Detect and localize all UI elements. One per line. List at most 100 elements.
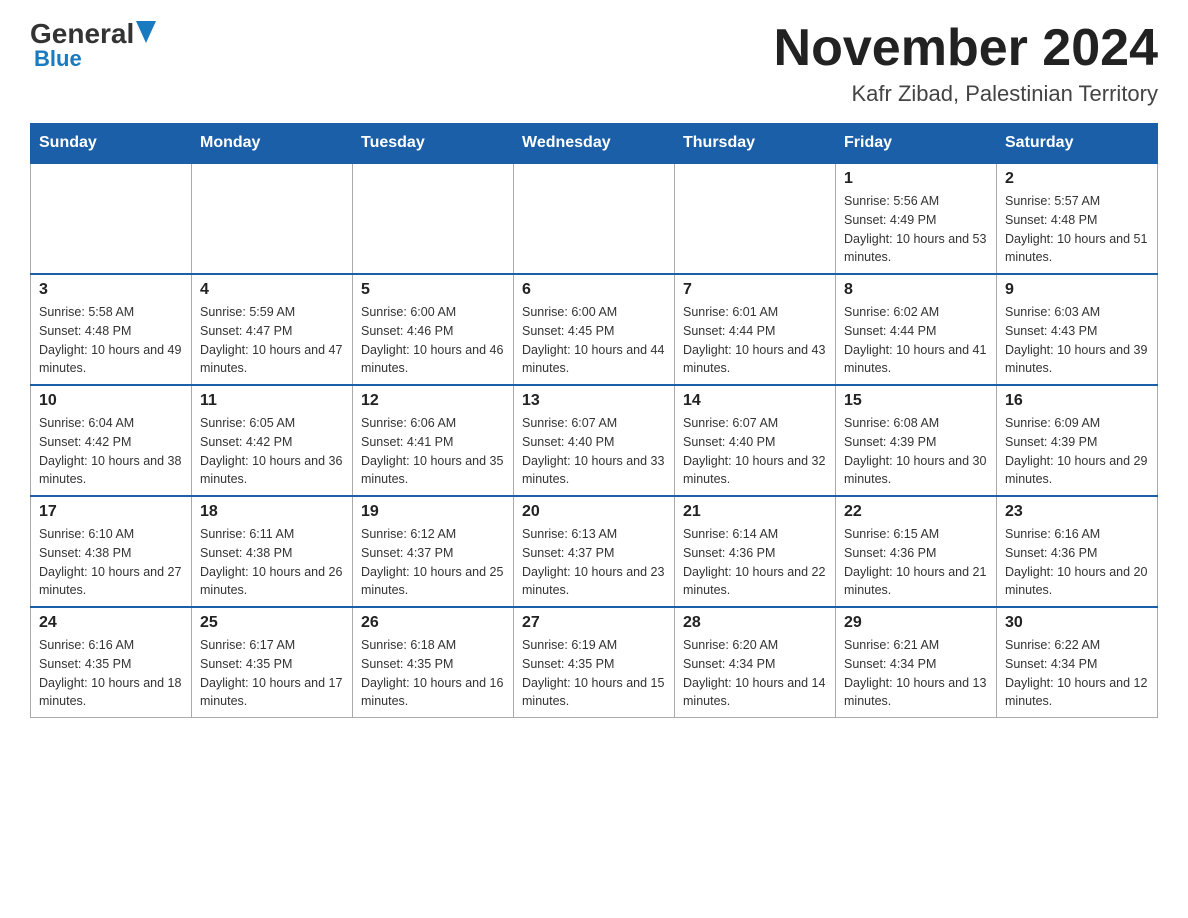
day-info: Sunrise: 6:17 AMSunset: 4:35 PMDaylight:… (200, 636, 344, 711)
calendar-cell: 30 Sunrise: 6:22 AMSunset: 4:34 PMDayligh… (997, 607, 1158, 718)
calendar-cell (353, 163, 514, 274)
calendar-cell: 26 Sunrise: 6:18 AMSunset: 4:35 PMDayligh… (353, 607, 514, 718)
calendar-cell: 19Sunrise: 6:12 AMSunset: 4:37 PMDayligh… (353, 496, 514, 607)
calendar-cell: 16 Sunrise: 6:09 AMSunset: 4:39 PMDayligh… (997, 385, 1158, 496)
day-info: Sunrise: 6:08 AMSunset: 4:39 PMDaylight:… (844, 414, 988, 489)
day-info: Sunrise: 6:10 AMSunset: 4:38 PMDaylight:… (39, 525, 183, 600)
day-info: Sunrise: 6:20 AMSunset: 4:34 PMDaylight:… (683, 636, 827, 711)
day-number: 27 (522, 614, 666, 632)
day-info: Sunrise: 6:22 AMSunset: 4:34 PMDaylight:… (1005, 636, 1149, 711)
location-subtitle: Kafr Zibad, Palestinian Territory (774, 81, 1158, 107)
day-info: Sunrise: 6:03 AMSunset: 4:43 PMDaylight:… (1005, 303, 1149, 378)
header-friday: Friday (836, 124, 997, 164)
calendar-cell (192, 163, 353, 274)
calendar-cell: 25 Sunrise: 6:17 AMSunset: 4:35 PMDayligh… (192, 607, 353, 718)
day-number: 2 (1005, 170, 1149, 188)
calendar-cell: 23 Sunrise: 6:16 AMSunset: 4:36 PMDayligh… (997, 496, 1158, 607)
calendar-cell: 12 Sunrise: 6:06 AMSunset: 4:41 PMDayligh… (353, 385, 514, 496)
calendar-cell: 6 Sunrise: 6:00 AMSunset: 4:45 PMDaylight… (514, 274, 675, 385)
calendar-cell: 9 Sunrise: 6:03 AMSunset: 4:43 PMDaylight… (997, 274, 1158, 385)
day-info: Sunrise: 6:11 AMSunset: 4:38 PMDaylight:… (200, 525, 344, 600)
day-number: 11 (200, 392, 344, 410)
calendar-cell: 5 Sunrise: 6:00 AMSunset: 4:46 PMDaylight… (353, 274, 514, 385)
logo-blue: Blue (34, 46, 82, 71)
day-info: Sunrise: 6:16 AMSunset: 4:35 PMDaylight:… (39, 636, 183, 711)
day-info: Sunrise: 6:09 AMSunset: 4:39 PMDaylight:… (1005, 414, 1149, 489)
calendar-cell: 2Sunrise: 5:57 AMSunset: 4:48 PMDaylight… (997, 163, 1158, 274)
day-number: 5 (361, 281, 505, 299)
logo-triangle-icon (136, 21, 156, 43)
day-number: 8 (844, 281, 988, 299)
calendar-cell: 27Sunrise: 6:19 AMSunset: 4:35 PMDayligh… (514, 607, 675, 718)
day-info: Sunrise: 6:18 AMSunset: 4:35 PMDaylight:… (361, 636, 505, 711)
day-number: 24 (39, 614, 183, 632)
day-number: 12 (361, 392, 505, 410)
day-info: Sunrise: 6:21 AMSunset: 4:34 PMDaylight:… (844, 636, 988, 711)
week-row-5: 24 Sunrise: 6:16 AMSunset: 4:35 PMDayligh… (31, 607, 1158, 718)
day-number: 29 (844, 614, 988, 632)
week-row-4: 17 Sunrise: 6:10 AMSunset: 4:38 PMDayligh… (31, 496, 1158, 607)
calendar-cell: 3 Sunrise: 5:58 AMSunset: 4:48 PMDaylight… (31, 274, 192, 385)
day-number: 30 (1005, 614, 1149, 632)
calendar-cell: 29 Sunrise: 6:21 AMSunset: 4:34 PMDayligh… (836, 607, 997, 718)
weekday-header-row: Sunday Monday Tuesday Wednesday Thursday… (31, 124, 1158, 164)
calendar-cell: 13Sunrise: 6:07 AMSunset: 4:40 PMDayligh… (514, 385, 675, 496)
day-number: 6 (522, 281, 666, 299)
day-number: 3 (39, 281, 183, 299)
day-number: 17 (39, 503, 183, 521)
day-number: 14 (683, 392, 827, 410)
day-info: Sunrise: 6:07 AMSunset: 4:40 PMDaylight:… (522, 414, 666, 489)
logo-general: General (30, 20, 134, 48)
day-number: 15 (844, 392, 988, 410)
calendar-cell: 7 Sunrise: 6:01 AMSunset: 4:44 PMDaylight… (675, 274, 836, 385)
day-info: Sunrise: 6:02 AMSunset: 4:44 PMDaylight:… (844, 303, 988, 378)
page-header: General Blue November 2024 Kafr Zibad, P… (30, 20, 1158, 107)
day-number: 10 (39, 392, 183, 410)
day-info: Sunrise: 6:13 AMSunset: 4:37 PMDaylight:… (522, 525, 666, 600)
calendar-table: Sunday Monday Tuesday Wednesday Thursday… (30, 123, 1158, 718)
day-number: 28 (683, 614, 827, 632)
calendar-cell: 24 Sunrise: 6:16 AMSunset: 4:35 PMDayligh… (31, 607, 192, 718)
day-info: Sunrise: 6:16 AMSunset: 4:36 PMDaylight:… (1005, 525, 1149, 600)
header-sunday: Sunday (31, 124, 192, 164)
header-monday: Monday (192, 124, 353, 164)
header-thursday: Thursday (675, 124, 836, 164)
day-number: 7 (683, 281, 827, 299)
day-number: 20 (522, 503, 666, 521)
calendar-cell: 28 Sunrise: 6:20 AMSunset: 4:34 PMDayligh… (675, 607, 836, 718)
day-info: Sunrise: 6:14 AMSunset: 4:36 PMDaylight:… (683, 525, 827, 600)
day-info: Sunrise: 6:06 AMSunset: 4:41 PMDaylight:… (361, 414, 505, 489)
day-number: 4 (200, 281, 344, 299)
calendar-cell: 20 Sunrise: 6:13 AMSunset: 4:37 PMDayligh… (514, 496, 675, 607)
calendar-cell: 10Sunrise: 6:04 AMSunset: 4:42 PMDayligh… (31, 385, 192, 496)
calendar-cell: 21Sunrise: 6:14 AMSunset: 4:36 PMDayligh… (675, 496, 836, 607)
calendar-cell: 18Sunrise: 6:11 AMSunset: 4:38 PMDayligh… (192, 496, 353, 607)
week-row-2: 3 Sunrise: 5:58 AMSunset: 4:48 PMDaylight… (31, 274, 1158, 385)
calendar-cell: 14 Sunrise: 6:07 AMSunset: 4:40 PMDayligh… (675, 385, 836, 496)
calendar-cell (675, 163, 836, 274)
day-number: 9 (1005, 281, 1149, 299)
day-info: Sunrise: 6:07 AMSunset: 4:40 PMDaylight:… (683, 414, 827, 489)
month-title: November 2024 (774, 20, 1158, 77)
day-info: Sunrise: 5:58 AMSunset: 4:48 PMDaylight:… (39, 303, 183, 378)
header-wednesday: Wednesday (514, 124, 675, 164)
calendar-cell: 1Sunrise: 5:56 AMSunset: 4:49 PMDaylight… (836, 163, 997, 274)
day-info: Sunrise: 6:00 AMSunset: 4:46 PMDaylight:… (361, 303, 505, 378)
day-info: Sunrise: 6:01 AMSunset: 4:44 PMDaylight:… (683, 303, 827, 378)
calendar-cell: 15 Sunrise: 6:08 AMSunset: 4:39 PMDayligh… (836, 385, 997, 496)
day-number: 23 (1005, 503, 1149, 521)
day-number: 1 (844, 170, 988, 188)
day-number: 26 (361, 614, 505, 632)
day-info: Sunrise: 5:59 AMSunset: 4:47 PMDaylight:… (200, 303, 344, 378)
calendar-cell (31, 163, 192, 274)
day-number: 25 (200, 614, 344, 632)
day-number: 16 (1005, 392, 1149, 410)
day-info: Sunrise: 6:15 AMSunset: 4:36 PMDaylight:… (844, 525, 988, 600)
calendar-cell: 8 Sunrise: 6:02 AMSunset: 4:44 PMDaylight… (836, 274, 997, 385)
day-info: Sunrise: 6:00 AMSunset: 4:45 PMDaylight:… (522, 303, 666, 378)
header-saturday: Saturday (997, 124, 1158, 164)
calendar-cell: 11Sunrise: 6:05 AMSunset: 4:42 PMDayligh… (192, 385, 353, 496)
calendar-cell: 4 Sunrise: 5:59 AMSunset: 4:47 PMDaylight… (192, 274, 353, 385)
title-area: November 2024 Kafr Zibad, Palestinian Te… (774, 20, 1158, 107)
calendar-cell: 22Sunrise: 6:15 AMSunset: 4:36 PMDayligh… (836, 496, 997, 607)
